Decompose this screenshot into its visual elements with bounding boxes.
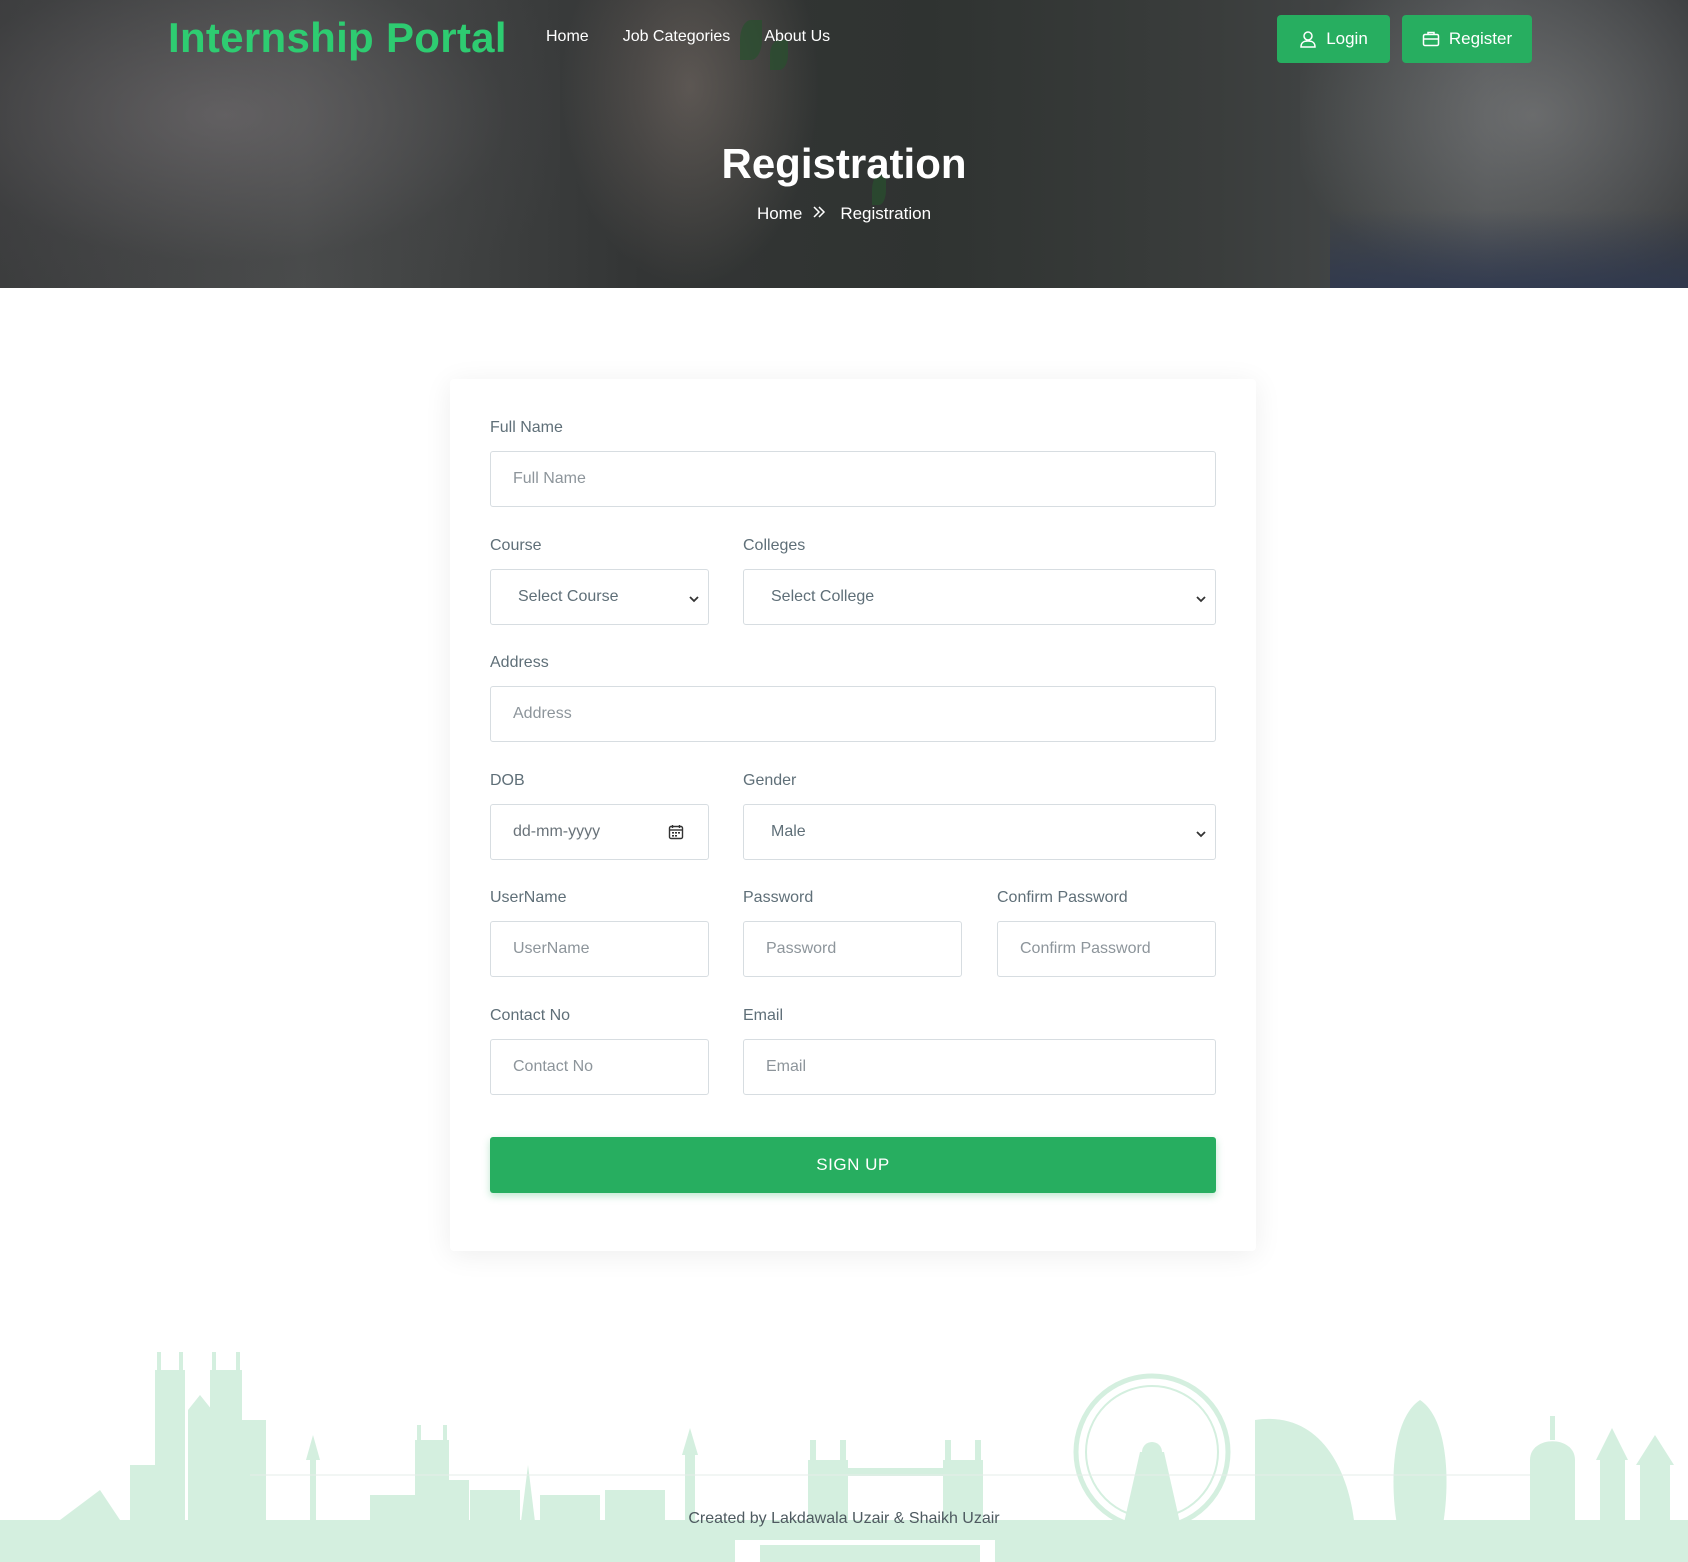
full-name-label: Full Name <box>490 419 563 436</box>
city-skyline-illustration <box>0 1352 1688 1562</box>
login-label: Login <box>1326 29 1368 48</box>
gender-selected-value: Male <box>771 823 806 840</box>
dob-input[interactable]: dd-mm-yyyy <box>490 804 709 860</box>
dob-placeholder: dd-mm-yyyy <box>513 823 601 840</box>
address-label: Address <box>490 654 549 671</box>
password-label: Password <box>743 889 814 906</box>
email-label: Email <box>743 1007 784 1024</box>
chevron-down-icon <box>1195 592 1207 610</box>
chevron-down-icon <box>688 592 700 610</box>
contact-no-label: Contact No <box>490 1007 571 1024</box>
colleges-select[interactable]: Select College <box>743 569 1216 625</box>
colleges-label: Colleges <box>743 537 806 554</box>
gender-label: Gender <box>743 772 797 789</box>
register-button[interactable]: Register <box>1402 15 1532 63</box>
register-label: Register <box>1448 29 1513 48</box>
briefcase-icon <box>1422 30 1440 48</box>
hero-banner: Internship Portal Home Job Categories Ab… <box>0 0 1688 288</box>
confirm-password-input[interactable]: Confirm Password <box>997 921 1216 977</box>
dob-label: DOB <box>490 772 525 789</box>
college-selected-value: Select College <box>771 588 875 605</box>
main-nav: Home Job Categories About Us <box>546 28 864 46</box>
nav-home[interactable]: Home <box>546 28 589 46</box>
full-name-input[interactable]: Full Name <box>490 451 1216 507</box>
breadcrumb: Home Registration <box>0 204 1688 224</box>
address-input[interactable]: Address <box>490 686 1216 742</box>
page-title: Registration <box>721 140 967 187</box>
course-label: Course <box>490 537 542 554</box>
contact-no-input[interactable]: Contact No <box>490 1039 709 1095</box>
registration-form: Full Name Full Name Course Select Course… <box>450 379 1256 1251</box>
course-select[interactable]: Select Course <box>490 569 709 625</box>
double-chevron-right-icon <box>812 205 826 224</box>
username-label: UserName <box>490 889 567 906</box>
password-input[interactable]: Password <box>743 921 962 977</box>
login-button[interactable]: Login <box>1277 15 1390 63</box>
footer-credit: Created by Lakdawala Uzair & Shaikh Uzai… <box>688 1510 1000 1527</box>
gender-select[interactable]: Male <box>743 804 1216 860</box>
footer <box>0 1340 1688 1562</box>
sign-up-button[interactable]: SIGN UP <box>490 1137 1216 1193</box>
email-input[interactable]: Email <box>743 1039 1216 1095</box>
nav-about-us[interactable]: About Us <box>764 28 830 46</box>
course-selected-value: Select Course <box>518 588 619 605</box>
breadcrumb-home[interactable]: Home <box>757 204 802 224</box>
chevron-down-icon <box>1195 827 1207 845</box>
username-input[interactable]: UserName <box>490 921 709 977</box>
breadcrumb-current: Registration <box>840 204 932 223</box>
user-icon <box>1299 30 1317 48</box>
calendar-icon[interactable] <box>668 824 684 845</box>
confirm-password-label: Confirm Password <box>997 889 1128 906</box>
brand-logo[interactable]: Internship Portal <box>168 14 507 62</box>
nav-job-categories[interactable]: Job Categories <box>623 28 731 46</box>
